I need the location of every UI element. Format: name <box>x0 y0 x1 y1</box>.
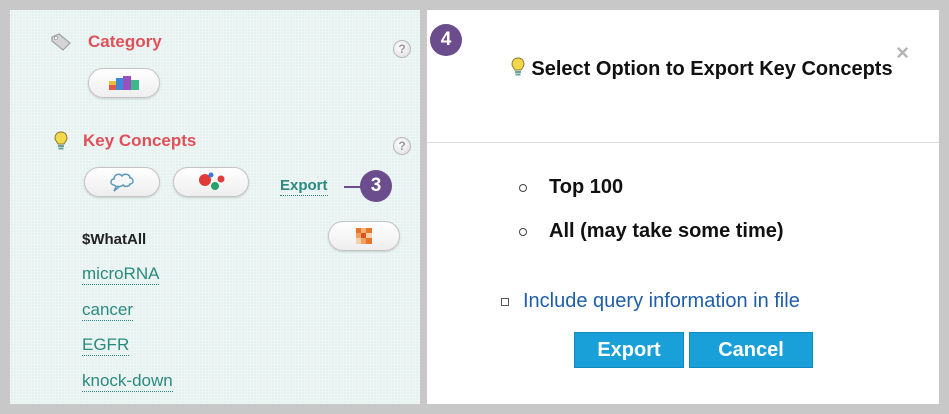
option-all[interactable]: All (may take some time) <box>519 220 784 243</box>
dialog-header: Select Option to Export Key Concepts × <box>427 10 939 143</box>
bubble-icon <box>196 171 226 193</box>
concept-cancer[interactable]: cancer <box>82 300 134 321</box>
concept-microrna[interactable]: microRNA <box>82 264 160 285</box>
category-header: Category <box>50 32 162 52</box>
concept-whatall: $WhatAll <box>82 231 147 248</box>
option-all-label: All (may take some time) <box>549 220 784 242</box>
word-cloud-button[interactable] <box>84 167 160 197</box>
dialog-title-text: Select Option to Export Key Concepts <box>531 58 893 80</box>
include-query-checkbox[interactable] <box>501 297 509 306</box>
concept-knock-down[interactable]: knock-down <box>82 371 173 392</box>
category-help-icon[interactable]: ? <box>393 40 411 58</box>
key-concepts-title: Key Concepts <box>83 131 197 150</box>
concept-egfr[interactable]: EGFR <box>82 335 130 356</box>
category-chart-button[interactable] <box>88 68 160 98</box>
option-top-100-label: Top 100 <box>549 176 624 198</box>
cloud-icon <box>108 171 136 193</box>
color-bars-icon <box>109 76 139 90</box>
category-title: Category <box>88 32 162 51</box>
cancel-button[interactable]: Cancel <box>689 332 813 368</box>
radio-top-100[interactable] <box>519 183 527 192</box>
sidebar-panel: Category ? Key Concepts ? Export 3 $What… <box>10 10 420 404</box>
lightbulb-icon <box>54 131 68 151</box>
option-top-100[interactable]: Top 100 <box>519 176 623 199</box>
callout-badge-3: 3 <box>360 170 392 202</box>
export-dialog: Select Option to Export Key Concepts × T… <box>427 10 939 404</box>
close-icon[interactable]: × <box>896 40 909 66</box>
bubble-chart-button[interactable] <box>173 167 249 197</box>
heatmap-button[interactable] <box>328 221 400 251</box>
key-concepts-header: Key Concepts <box>54 131 196 151</box>
callout-badge-4: 4 <box>430 24 462 56</box>
include-query-label[interactable]: Include query information in file <box>523 290 800 313</box>
tag-icon <box>50 33 72 51</box>
key-concepts-help-icon[interactable]: ? <box>393 137 411 155</box>
export-link[interactable]: Export <box>280 177 328 196</box>
dialog-title: Select Option to Export Key Concepts <box>497 56 907 85</box>
lightbulb-icon <box>511 57 525 85</box>
export-button[interactable]: Export <box>574 332 684 368</box>
radio-all[interactable] <box>519 227 527 236</box>
heatmap-icon <box>356 228 372 244</box>
include-query-row[interactable]: Include query information in file <box>501 290 800 313</box>
